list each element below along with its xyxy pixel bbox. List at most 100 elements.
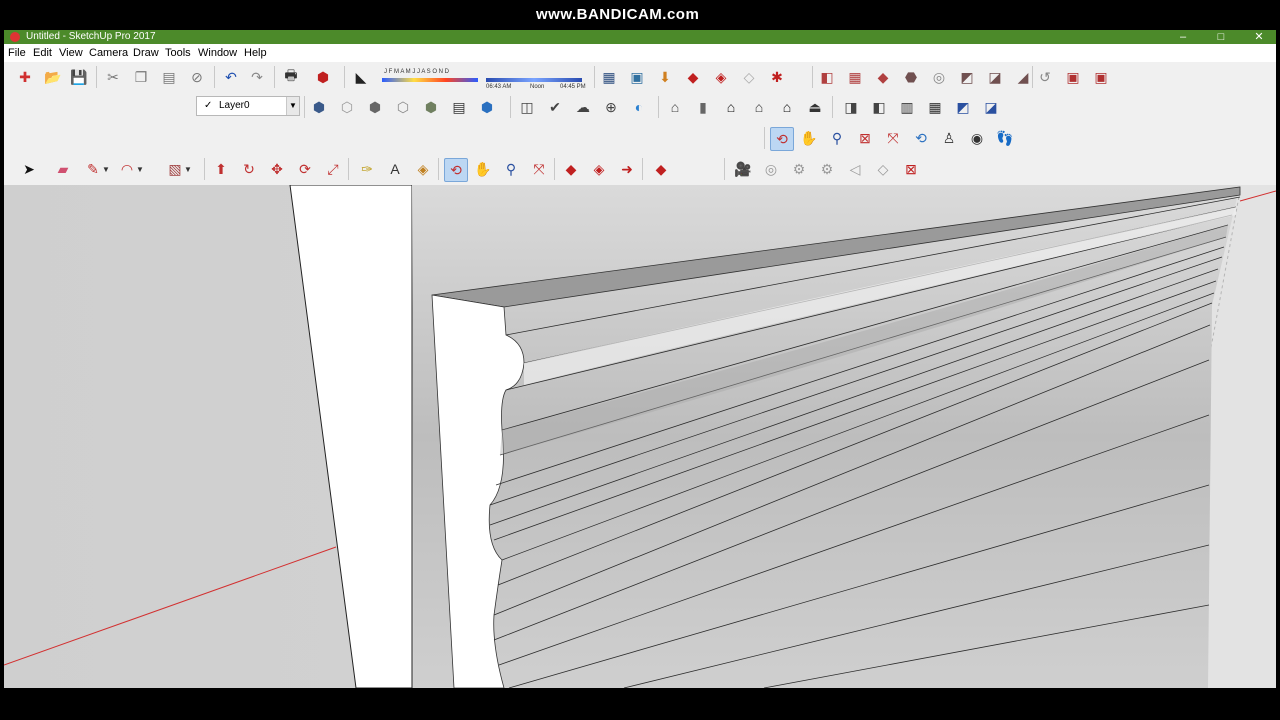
line-icon[interactable]: ✎ (82, 158, 104, 180)
menu-help[interactable]: Help (244, 47, 267, 59)
scene-play-icon[interactable]: ◎ (760, 158, 782, 180)
menu-view[interactable]: View (59, 47, 83, 59)
paste-icon[interactable]: ▤ (158, 66, 180, 88)
top-view-icon[interactable]: ⬡ (336, 96, 358, 118)
wireframe-icon[interactable]: ☁ (572, 96, 594, 118)
scene-add-icon[interactable]: ⚙ (788, 158, 810, 180)
hidden-line-icon[interactable]: ⊕ (600, 96, 622, 118)
from-scratch-icon[interactable]: ▦ (844, 66, 866, 88)
share-component-icon[interactable]: ◈ (710, 66, 732, 88)
get-models-icon[interactable]: ⬇ (654, 66, 676, 88)
stamp-icon[interactable]: ⬣ (900, 66, 922, 88)
open-icon[interactable]: 📂 (42, 66, 64, 88)
eraser-icon[interactable]: ▰ (52, 158, 74, 180)
cut-icon[interactable]: ✂ (102, 66, 124, 88)
section-tools-icon[interactable]: ◪ (980, 96, 1002, 118)
3d-viewport[interactable] (4, 185, 1276, 688)
section-color-icon[interactable]: ◩ (952, 96, 974, 118)
share2-icon[interactable]: ◈ (588, 158, 610, 180)
add-detail-icon[interactable]: ◩ (956, 66, 978, 88)
undo-icon[interactable]: ↶ (220, 66, 242, 88)
shaded-icon[interactable]: ◐ (628, 96, 650, 118)
paint-bucket-icon[interactable]: ◈ (412, 158, 434, 180)
walk-icon[interactable]: 👣 (994, 127, 1016, 149)
orbit2-icon[interactable]: ⟲ (444, 158, 468, 182)
rectangle-dropdown-arrow[interactable]: ▼ (184, 158, 192, 180)
scene-update-icon[interactable]: ◁ (844, 158, 866, 180)
look-around-icon[interactable]: ◉ (966, 127, 988, 149)
menu-camera[interactable]: Camera (89, 47, 128, 59)
tape-measure-icon[interactable]: ✑ (356, 158, 378, 180)
scene-camera-icon[interactable]: 🎥 (732, 158, 754, 180)
new-model-icon[interactable]: ✚ (14, 66, 36, 88)
extension-manager-icon[interactable]: ✱ (766, 66, 788, 88)
select-icon[interactable]: ➤ (18, 158, 40, 180)
scene-remove-icon[interactable]: ⚙ (816, 158, 838, 180)
push-pull-icon[interactable]: ⬆ (210, 158, 232, 180)
orbit-icon[interactable]: ⟲ (770, 127, 794, 151)
move-icon[interactable]: ✥ (266, 158, 288, 180)
door-icon[interactable]: ▮ (692, 96, 714, 118)
section-display-icon[interactable]: ◧ (868, 96, 890, 118)
drape-icon[interactable]: ◎ (928, 66, 950, 88)
ruby-console-icon[interactable]: ◆ (650, 158, 672, 180)
pan2-icon[interactable]: ✋ (472, 158, 494, 180)
right-view-icon[interactable]: ⬡ (392, 96, 414, 118)
warehouse-icon[interactable]: ◆ (560, 158, 582, 180)
house-open-icon[interactable]: ⌂ (748, 96, 770, 118)
minimize-button[interactable]: – (1168, 30, 1198, 44)
previous-view-icon[interactable]: ⟲ (910, 127, 932, 149)
roof-icon[interactable]: ⏏ (804, 96, 826, 118)
scene-delete-icon[interactable]: ⊠ (900, 158, 922, 180)
xray-icon[interactable]: ◫ (516, 96, 538, 118)
zoom-window-icon[interactable]: ⊠ (854, 127, 876, 149)
print-icon[interactable]: 🖶 (280, 66, 302, 88)
back-view-icon[interactable]: ⬢ (420, 96, 442, 118)
back-edges-icon[interactable]: ✔ (544, 96, 566, 118)
house-outline-icon[interactable]: ⌂ (776, 96, 798, 118)
copy-icon[interactable]: ❐ (130, 66, 152, 88)
date-slider[interactable] (382, 78, 478, 82)
scale-icon[interactable]: ⤢ (322, 158, 344, 180)
menu-file[interactable]: File (8, 47, 26, 59)
front-view-icon[interactable]: ⬢ (364, 96, 386, 118)
time-slider[interactable] (486, 78, 582, 82)
model-info-icon[interactable]: ⬢ (312, 66, 334, 88)
zoom2-icon[interactable]: ⚲ (500, 158, 522, 180)
rectangle-icon[interactable]: ▧ (164, 158, 186, 180)
house-front-icon[interactable]: ⌂ (664, 96, 686, 118)
share-model-icon[interactable]: ◆ (682, 66, 704, 88)
zoom-icon[interactable]: ⚲ (826, 127, 848, 149)
maximize-button[interactable]: □ (1206, 30, 1236, 44)
send-to-layout-icon[interactable]: ➜ (616, 158, 638, 180)
union-icon[interactable]: ▣ (1090, 66, 1112, 88)
zoom-extents2-icon[interactable]: ⤧ (528, 158, 550, 180)
intersect-icon[interactable]: ▣ (1062, 66, 1084, 88)
rotate-icon[interactable]: ⟳ (294, 158, 316, 180)
house-icon[interactable]: ⌂ (720, 96, 742, 118)
save-icon[interactable]: 💾 (68, 66, 90, 88)
section-cut-icon[interactable]: ▥ (896, 96, 918, 118)
extension-warehouse-icon[interactable]: ◇ (738, 66, 760, 88)
arc-icon[interactable]: ◠ (116, 158, 138, 180)
from-contours-icon[interactable]: ◧ (816, 66, 838, 88)
section-plane-icon[interactable]: ◨ (840, 96, 862, 118)
line-dropdown-arrow[interactable]: ▼ (102, 158, 110, 180)
flip-edge-icon[interactable]: ◪ (984, 66, 1006, 88)
erase-icon[interactable]: ⊘ (186, 66, 208, 88)
menu-edit[interactable]: Edit (33, 47, 52, 59)
follow-me-icon[interactable]: ↻ (238, 158, 260, 180)
close-button[interactable]: ✕ (1244, 30, 1274, 44)
position-camera-icon[interactable]: ♙ (938, 127, 960, 149)
bottom-view-icon[interactable]: ⬢ (476, 96, 498, 118)
left-view-icon[interactable]: ▤ (448, 96, 470, 118)
outer-shell-icon[interactable]: ↺ (1034, 66, 1056, 88)
menu-tools[interactable]: Tools (165, 47, 191, 59)
redo-icon[interactable]: ↷ (246, 66, 268, 88)
iso-view-icon[interactable]: ⬢ (308, 96, 330, 118)
arc-dropdown-arrow[interactable]: ▼ (136, 158, 144, 180)
text-icon[interactable]: A (384, 158, 406, 180)
match-photo-icon[interactable]: ▣ (626, 66, 648, 88)
menu-window[interactable]: Window (198, 47, 237, 59)
scene-fly-icon[interactable]: ◇ (872, 158, 894, 180)
